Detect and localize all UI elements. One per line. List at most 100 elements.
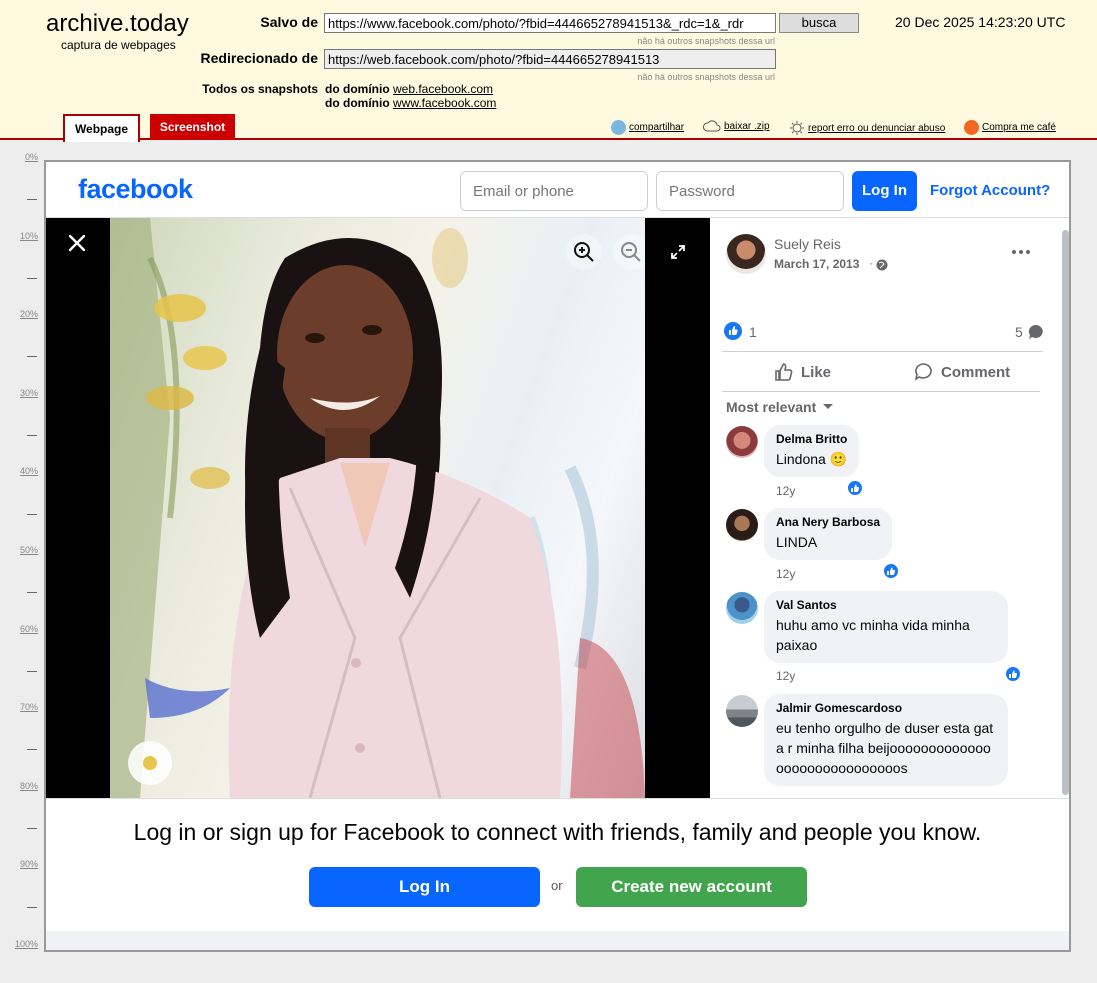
redirect-url-note: não há outros snapshots dessa url <box>637 72 775 82</box>
lightbulb-icon <box>790 121 804 135</box>
comment-time[interactable]: 12y <box>776 669 795 683</box>
comment-author[interactable]: Jalmir Gomescardoso <box>776 701 996 715</box>
report-link[interactable]: report erro ou denunciar abuso <box>789 120 945 136</box>
ruler-90[interactable]: 90% <box>8 859 38 869</box>
zoom-out-button[interactable] <box>613 234 645 270</box>
comment-count[interactable]: 5 <box>1015 324 1023 340</box>
login-banner: Log in or sign up for Facebook to connec… <box>46 798 1069 931</box>
create-account-button[interactable]: Create new account <box>576 867 807 907</box>
comment-bubble: Val Santos huhu amo vc minha vida minha … <box>764 591 1008 663</box>
author-avatar[interactable] <box>726 234 766 274</box>
redirect-url-field[interactable]: https://web.facebook.com/photo/?fbid=444… <box>324 49 776 69</box>
comment-author[interactable]: Val Santos <box>776 598 996 612</box>
ruler-100[interactable]: 100% <box>8 939 38 949</box>
share-icon <box>611 120 626 135</box>
tab-webpage[interactable]: Webpage <box>63 114 140 142</box>
like-reaction-icon <box>851 484 860 492</box>
reaction-count[interactable]: 1 <box>749 324 757 340</box>
archive-header: archive.today captura de webpages Salvo … <box>0 0 1097 142</box>
author-name[interactable]: Suely Reis <box>774 236 841 252</box>
search-button[interactable]: busca <box>779 13 859 33</box>
banner-or-text: or <box>551 878 563 893</box>
panel-scrollbar[interactable] <box>1062 230 1069 795</box>
domain-line-1: do domínio web.facebook.com <box>325 82 493 96</box>
comment-avatar[interactable] <box>726 592 758 624</box>
email-input[interactable] <box>460 171 648 211</box>
monero-icon <box>964 120 979 135</box>
comment-button[interactable]: Comment <box>914 360 1044 384</box>
close-icon[interactable] <box>66 232 88 254</box>
comment-bubble: Delma Britto Lindona 🙂 <box>764 425 860 477</box>
more-options-icon[interactable] <box>1010 248 1032 256</box>
ruler-tick <box>27 828 37 829</box>
comment-like-badge <box>846 479 864 497</box>
ruler-80[interactable]: 80% <box>8 781 38 791</box>
ruler-70[interactable]: 70% <box>8 702 38 712</box>
ruler-tick <box>27 356 37 357</box>
sort-label: Most relevant <box>726 399 817 415</box>
domain-link-www[interactable]: www.facebook.com <box>393 96 496 110</box>
download-zip-link[interactable]: baixar .zip <box>703 120 770 132</box>
ruler-10[interactable]: 10% <box>8 231 38 241</box>
comment-time[interactable]: 12y <box>776 484 795 498</box>
tab-screenshot[interactable]: Screenshot <box>150 114 235 140</box>
comment-author[interactable]: Delma Britto <box>776 432 847 446</box>
banner-login-button[interactable]: Log In <box>309 867 540 907</box>
saved-from-label: Salvo de <box>260 14 318 30</box>
archive-logo[interactable]: archive.today <box>46 10 189 38</box>
like-reaction-icon <box>887 567 896 575</box>
ruler-tick <box>27 671 37 672</box>
cloud-download-icon <box>703 120 721 132</box>
snapshot-timestamp: 20 Dec 2025 14:23:20 UTC <box>895 14 1066 30</box>
divider <box>722 391 1040 392</box>
comment-text: LINDA <box>776 534 818 550</box>
ruler-tick <box>27 199 37 200</box>
photo-viewer <box>46 218 710 798</box>
saved-url-field[interactable]: https://www.facebook.com/photo/?fbid=444… <box>324 13 776 33</box>
comment-text: Lindona 🙂 <box>776 451 848 467</box>
comment-author[interactable]: Ana Nery Barbosa <box>776 515 880 529</box>
comment-time[interactable]: 12y <box>776 567 795 581</box>
post-photo <box>110 218 645 798</box>
post-date[interactable]: March 17, 2013 <box>774 257 859 271</box>
archived-page-frame: facebook Log In Forgot Account? <box>44 160 1071 952</box>
archive-logo-subtitle: captura de webpages <box>61 38 176 52</box>
domain-line-2: do domínio www.facebook.com <box>325 96 496 110</box>
all-snapshots-label: Todos os snapshots <box>202 82 318 96</box>
comment-text: eu tenho orgulho de duser esta gata r mi… <box>776 720 994 776</box>
forgot-account-link[interactable]: Forgot Account? <box>930 182 1050 199</box>
zoom-in-button[interactable] <box>566 234 602 270</box>
like-button[interactable]: Like <box>774 360 854 384</box>
ruler-tick <box>27 907 37 908</box>
login-button[interactable]: Log In <box>852 171 917 211</box>
fullscreen-icon[interactable] <box>670 244 686 260</box>
ruler-50[interactable]: 50% <box>8 545 38 555</box>
like-label: Like <box>801 363 832 381</box>
ruler-tick <box>27 435 37 436</box>
comment-bubble-icon <box>1028 324 1043 339</box>
comment-avatar[interactable] <box>726 426 758 458</box>
ruler-30[interactable]: 30% <box>8 388 38 398</box>
facebook-logo[interactable]: facebook <box>78 174 193 205</box>
sort-comments-dropdown[interactable]: Most relevant <box>726 399 834 415</box>
ruler-20[interactable]: 20% <box>8 309 38 319</box>
comment-icon <box>914 363 932 381</box>
ruler-tick <box>27 514 37 515</box>
ruler-60[interactable]: 60% <box>8 624 38 634</box>
share-link[interactable]: compartilhar <box>611 120 684 135</box>
date-dot: · <box>869 256 873 270</box>
comment-like-badge <box>882 562 900 580</box>
share-link-label: compartilhar <box>629 122 685 133</box>
donate-link[interactable]: Compra me café <box>964 120 1056 135</box>
thumbs-up-icon <box>775 363 793 381</box>
ruler-tick <box>27 278 37 279</box>
ruler-40[interactable]: 40% <box>8 466 38 476</box>
zoom-out-icon <box>621 242 641 262</box>
comment-avatar[interactable] <box>726 695 758 727</box>
facebook-top-bar: facebook Log In Forgot Account? <box>46 162 1069 218</box>
domain-link-web[interactable]: web.facebook.com <box>393 82 493 96</box>
password-input[interactable] <box>656 171 844 211</box>
zoom-in-icon <box>574 242 594 262</box>
comment-avatar[interactable] <box>726 509 758 541</box>
ruler-0[interactable]: 0% <box>8 152 38 162</box>
